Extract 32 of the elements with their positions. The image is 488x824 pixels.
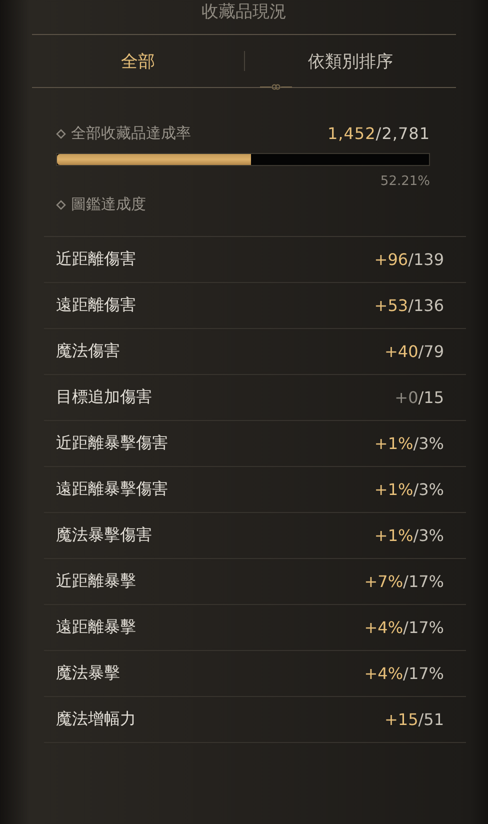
- stat-name: 遠距離暴擊: [56, 617, 136, 638]
- stat-name: 近距離暴擊: [56, 571, 136, 592]
- collection-count: 1,452/2,781: [327, 124, 430, 143]
- stat-value: +0/15: [394, 388, 444, 407]
- stat-value: +4%/17%: [364, 664, 444, 683]
- stat-value: +4%/17%: [364, 618, 444, 637]
- stat-value: +1%/3%: [374, 480, 444, 499]
- page-title: 收藏品現況: [202, 2, 286, 24]
- stat-name: 目標追加傷害: [56, 387, 152, 408]
- stat-value: +40/79: [384, 342, 444, 361]
- tab[interactable]: 全部: [120, 44, 155, 78]
- diamond-icon: [56, 200, 66, 210]
- stat-value: +1%/3%: [374, 434, 444, 453]
- stat-name: 魔法傷害: [56, 341, 120, 362]
- stat-value: +53/136: [374, 296, 444, 315]
- stat-name: 魔法暴擊傷害: [56, 525, 152, 546]
- stat-value: +15/51: [384, 710, 444, 729]
- stat-name: 遠距離暴擊傷害: [56, 479, 168, 500]
- stat-name: 遠距離傷害: [56, 295, 136, 316]
- stat-name: 魔法增幅力: [56, 709, 136, 730]
- section-label: 全部收藏品達成率: [71, 124, 191, 143]
- section-label: 圖鑑達成度: [71, 195, 146, 214]
- stat-value: +1%/3%: [374, 526, 444, 545]
- diamond-icon: [56, 128, 66, 138]
- stat-value: +7%/17%: [364, 572, 444, 591]
- tab[interactable]: 依類別排序: [308, 44, 393, 78]
- stat-name: 魔法暴擊: [56, 663, 120, 684]
- ornament-icon: [258, 83, 294, 91]
- percent-text: 52.21%: [380, 174, 430, 189]
- stat-value: +96/139: [374, 250, 444, 269]
- stat-name: 近距離傷害: [56, 249, 136, 270]
- stat-name: 近距離暴擊傷害: [56, 433, 168, 454]
